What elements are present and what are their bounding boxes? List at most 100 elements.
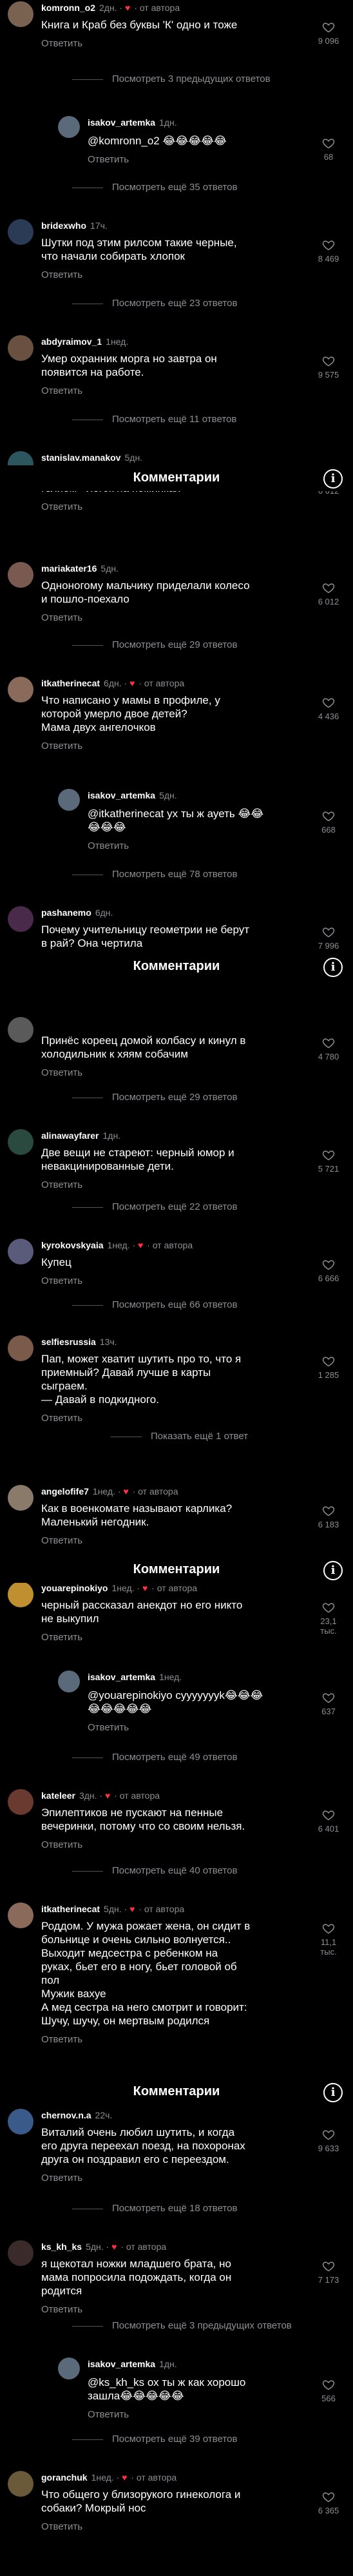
like-button[interactable]: 68 [313, 137, 344, 162]
reply-button[interactable]: Ответить [41, 1067, 82, 1078]
view-more-replies[interactable]: Посмотреть ещё 40 ответов [72, 1865, 237, 1876]
heart-icon[interactable] [322, 809, 335, 822]
comment-username[interactable]: mariakater16 [41, 563, 97, 574]
comment-username[interactable]: itkatherinecat [41, 1904, 100, 1914]
avatar[interactable] [58, 789, 80, 811]
comment-username[interactable]: bridexwho [41, 220, 86, 231]
like-button[interactable]: 4 780 [313, 1036, 344, 1061]
view-more-replies[interactable]: Посмотреть ещё 18 ответов [72, 2203, 237, 2214]
like-button[interactable]: 4 436 [313, 696, 344, 721]
avatar[interactable] [8, 1789, 33, 1815]
heart-icon[interactable] [322, 137, 335, 150]
comment-username[interactable]: itkatherinecat [41, 678, 100, 688]
comment-username[interactable]: youarepinokiyo [41, 1583, 108, 1593]
reply-button[interactable]: Ответить [41, 1275, 82, 1286]
comment-username[interactable]: komronn_o2 [41, 3, 95, 13]
avatar[interactable] [58, 116, 80, 138]
heart-icon[interactable] [322, 2128, 335, 2141]
reply-button[interactable]: Ответить [41, 38, 82, 49]
view-more-replies[interactable]: Посмотреть ещё 78 ответов [72, 869, 237, 880]
like-button[interactable]: 9 633 [313, 2128, 344, 2153]
comment-username[interactable]: ks_kh_ks [41, 2242, 82, 2252]
view-more-replies[interactable]: Посмотреть ещё 29 ответов [72, 639, 237, 650]
reply-button[interactable]: Ответить [88, 1722, 129, 1733]
like-button[interactable]: 6 365 [313, 2490, 344, 2515]
view-more-replies[interactable]: Посмотреть ещё 49 ответов [72, 1752, 237, 1763]
heart-icon[interactable] [322, 238, 335, 251]
avatar[interactable] [8, 677, 33, 702]
heart-icon[interactable] [322, 1036, 335, 1049]
reply-button[interactable]: Ответить [41, 2521, 82, 2532]
heart-icon[interactable] [322, 1808, 335, 1821]
avatar[interactable] [8, 1129, 33, 1155]
heart-icon[interactable] [322, 1355, 335, 1368]
comment-username[interactable]: stanislav.manakov [41, 452, 120, 463]
comment-username[interactable]: kateleer [41, 1790, 75, 1801]
avatar[interactable] [8, 1239, 33, 1264]
avatar[interactable] [8, 1582, 33, 1607]
heart-icon[interactable] [322, 2378, 335, 2391]
like-button[interactable]: 6 401 [313, 1808, 344, 1834]
heart-icon[interactable] [322, 21, 335, 34]
heart-icon[interactable] [322, 1922, 335, 1935]
heart-icon[interactable] [322, 1601, 335, 1614]
like-button[interactable]: 9 575 [313, 354, 344, 380]
avatar[interactable] [58, 1671, 80, 1692]
info-icon[interactable]: i [323, 1561, 343, 1580]
like-button[interactable]: 8 469 [313, 238, 344, 264]
like-button[interactable]: 6 666 [313, 1258, 344, 1283]
heart-icon[interactable] [322, 696, 335, 709]
reply-button[interactable]: Ответить [41, 1839, 82, 1850]
like-button[interactable]: 566 [313, 2378, 344, 2403]
view-more-replies[interactable]: Посмотреть 3 предыдущих ответов [72, 73, 271, 84]
info-icon[interactable]: i [323, 469, 343, 489]
info-icon[interactable]: i [323, 2083, 343, 2102]
comment-username[interactable]: goranchuk [41, 2472, 88, 2483]
avatar[interactable] [8, 906, 33, 932]
comment-username[interactable]: selfiesrussia [41, 1337, 96, 1347]
reply-button[interactable]: Ответить [41, 385, 82, 396]
heart-icon[interactable] [322, 1504, 335, 1517]
view-more-replies[interactable]: Посмотреть ещё 3 предыдущих ответов [72, 2320, 292, 2331]
info-icon[interactable]: i [323, 958, 343, 977]
reply-button[interactable]: Ответить [41, 2034, 82, 2045]
avatar[interactable] [8, 219, 33, 245]
avatar[interactable] [8, 1017, 33, 1043]
view-more-replies[interactable]: Посмотреть ещё 66 ответов [72, 1299, 237, 1310]
heart-icon[interactable] [322, 2490, 335, 2503]
reply-button[interactable]: Ответить [41, 741, 82, 751]
like-button[interactable]: 7 996 [313, 925, 344, 951]
view-more-replies[interactable]: Посмотреть ещё 39 ответов [72, 2434, 237, 2445]
comment-username[interactable]: abdyraimov_1 [41, 336, 102, 347]
avatar[interactable] [8, 1903, 33, 1928]
comment-username[interactable]: alinawayfarer [41, 1130, 99, 1141]
avatar[interactable] [8, 335, 33, 361]
comment-username[interactable]: isakov_artemka [88, 790, 155, 800]
heart-icon[interactable] [322, 1258, 335, 1271]
reply-button[interactable]: Ответить [41, 501, 82, 512]
reply-button[interactable]: Ответить [88, 840, 129, 851]
like-button[interactable]: 5 721 [313, 1148, 344, 1174]
view-more-replies[interactable]: Посмотреть ещё 35 ответов [72, 182, 237, 193]
reply-button[interactable]: Ответить [41, 1413, 82, 1424]
avatar[interactable] [8, 2240, 33, 2266]
comment-username[interactable]: isakov_artemka [88, 2359, 155, 2369]
like-button[interactable]: 11,1 тыс. [313, 1922, 344, 1957]
comment-username[interactable]: isakov_artemka [88, 117, 155, 128]
avatar[interactable] [8, 1, 33, 27]
like-button[interactable]: 6 012 [313, 581, 344, 606]
avatar[interactable] [8, 2471, 33, 2497]
reply-button[interactable]: Ответить [41, 1535, 82, 1546]
heart-icon[interactable] [322, 581, 335, 594]
avatar[interactable] [8, 2109, 33, 2135]
view-more-replies[interactable]: Посмотреть ещё 11 ответов [72, 414, 236, 425]
heart-icon[interactable] [322, 354, 335, 367]
heart-icon[interactable] [322, 2260, 335, 2272]
like-button[interactable]: 637 [313, 1691, 344, 1716]
reply-button[interactable]: Ответить [41, 1632, 82, 1643]
comment-username[interactable]: isakov_artemka [88, 1672, 155, 1682]
reply-button[interactable]: Ответить [41, 1179, 82, 1190]
reply-button[interactable]: Ответить [41, 2304, 82, 2315]
reply-button[interactable]: Ответить [88, 2409, 129, 2420]
reply-button[interactable]: Ответить [41, 269, 82, 280]
